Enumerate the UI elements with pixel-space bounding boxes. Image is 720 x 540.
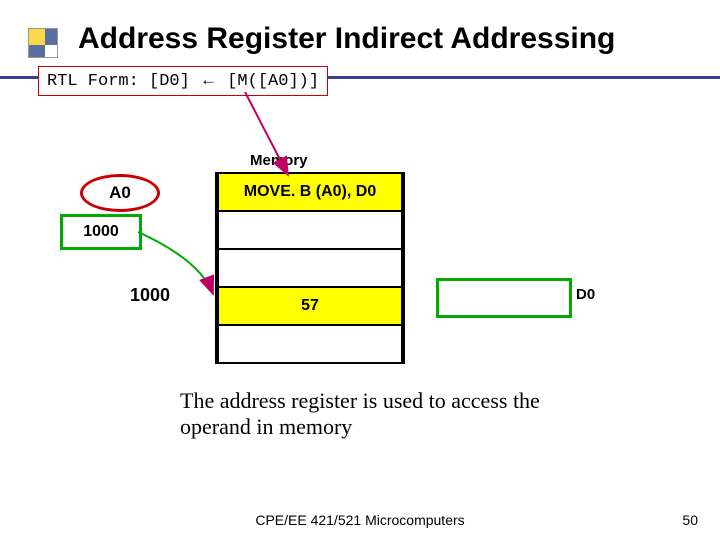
explanation-text: The address register is used to access t…	[180, 388, 580, 441]
footer-text: CPE/EE 421/521 Microcomputers	[0, 512, 720, 528]
rtl-lhs: RTL Form: [D0]	[47, 72, 190, 91]
memory-cell: MOVE. B (A0), D0	[217, 173, 403, 211]
register-a0-oval: A0	[80, 174, 160, 212]
page-title: Address Register Indirect Addressing	[78, 22, 615, 56]
register-d0-label: D0	[576, 286, 595, 303]
memory-cell	[217, 211, 403, 249]
page-number: 50	[682, 512, 698, 528]
register-a0-value-box: 1000	[60, 214, 142, 250]
register-d0-box	[436, 278, 572, 318]
memory-cell	[217, 249, 403, 287]
rtl-rhs: [M([A0])]	[227, 72, 319, 91]
decorative-bullet	[28, 28, 58, 58]
memory-cell: 57	[217, 287, 403, 325]
left-arrow-icon: ←	[200, 70, 217, 90]
memory-address-label: 1000	[130, 285, 170, 306]
memory-cell	[217, 325, 403, 363]
memory-table: MOVE. B (A0), D0 57	[215, 172, 405, 364]
memory-label: Memory	[250, 152, 308, 169]
rtl-form-box: RTL Form: [D0] ← [M([A0])]	[38, 66, 328, 96]
